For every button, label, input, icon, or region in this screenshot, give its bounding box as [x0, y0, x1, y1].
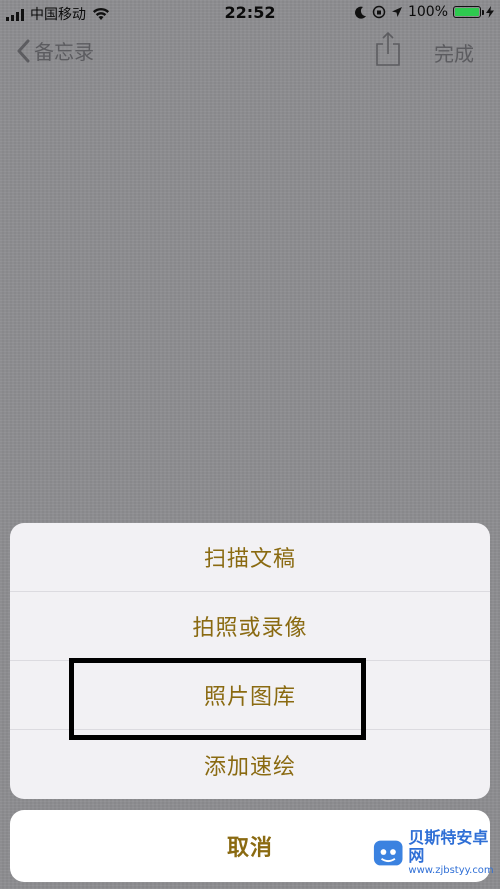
chevron-left-icon: [17, 39, 30, 62]
share-button[interactable]: [374, 30, 402, 72]
highlight-annotation-box: [69, 658, 366, 740]
back-button-label: 备忘录: [34, 40, 94, 64]
watermark-logo-icon: [373, 840, 403, 866]
watermark-title: 贝斯特安卓网: [408, 828, 489, 865]
charging-bolt-icon: [486, 6, 494, 18]
share-icon: [376, 31, 400, 66]
navigation-bar: 备忘录 完成: [0, 30, 500, 74]
watermark: 贝斯特安卓网 www.zjbstyy.com: [372, 820, 500, 886]
action-add-sketch[interactable]: 添加速绘: [10, 730, 490, 799]
status-bar: 中国移动 22:52 100%: [0, 0, 500, 26]
back-button[interactable]: 备忘录: [16, 36, 94, 65]
action-scan-documents[interactable]: 扫描文稿: [10, 523, 490, 592]
watermark-url: www.zjbstyy.com: [408, 865, 494, 876]
status-right: 100%: [354, 4, 494, 20]
moon-icon: [354, 6, 366, 19]
orientation-lock-icon: [372, 5, 386, 19]
battery-percent: 100%: [407, 4, 448, 20]
action-take-photo-or-video[interactable]: 拍照或录像: [10, 592, 490, 661]
battery-icon: [453, 6, 484, 18]
done-button[interactable]: 完成: [434, 38, 474, 67]
location-arrow-icon: [391, 7, 402, 17]
